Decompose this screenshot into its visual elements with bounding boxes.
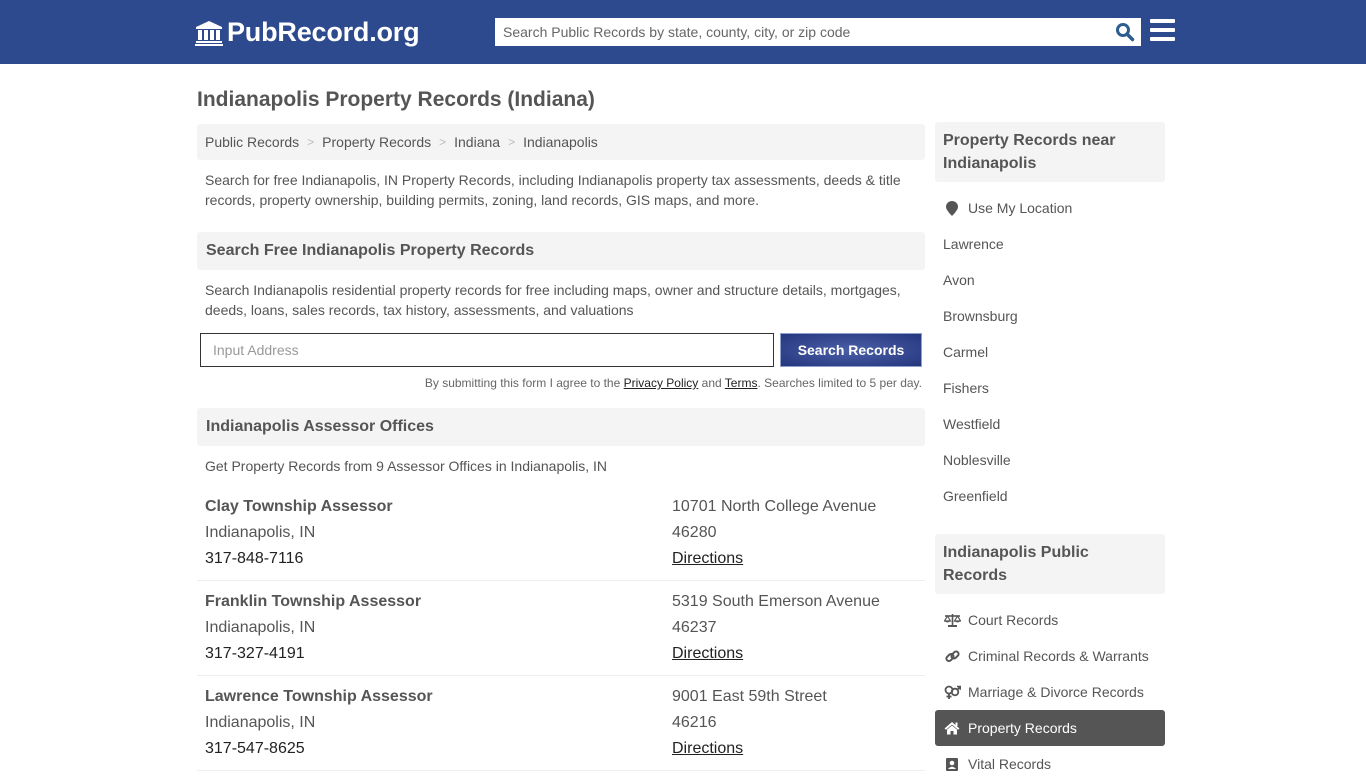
logo-text: PubRecord.org xyxy=(227,17,420,47)
breadcrumb-separator: > xyxy=(508,135,516,149)
assessor-offices-description: Get Property Records from 9 Assessor Off… xyxy=(205,458,608,474)
sidebar: Property Records near Indianapolis Use M… xyxy=(935,122,1165,782)
assessor-offices-heading: Indianapolis Assessor Offices xyxy=(197,408,925,446)
gender-icon xyxy=(943,685,961,700)
office-city: Indianapolis, IN xyxy=(205,619,316,636)
page-title: Indianapolis Property Records (Indiana) xyxy=(197,88,595,111)
nearby-city-link[interactable]: Noblesville xyxy=(935,442,1165,478)
office-phone[interactable]: 317-327-4191 xyxy=(205,641,672,667)
nearby-heading: Property Records near Indianapolis xyxy=(935,122,1165,182)
office-phone[interactable]: 317-848-7116 xyxy=(205,546,672,572)
breadcrumb-indiana[interactable]: Indiana xyxy=(454,134,500,150)
sidebar-item-label: Property Records xyxy=(968,720,1077,736)
disclaimer-suffix: . Searches limited to 5 per day. xyxy=(757,376,922,390)
sidebar-item-label: Criminal Records & Warrants xyxy=(968,648,1149,664)
main-content: Public Records > Property Records > Indi… xyxy=(197,124,925,771)
directions-link[interactable]: Directions xyxy=(672,645,743,662)
scale-icon xyxy=(943,613,961,627)
search-records-button[interactable]: Search Records xyxy=(780,333,922,367)
nearby-city-link[interactable]: Carmel xyxy=(935,334,1165,370)
nearby-city-link[interactable]: Lawrence xyxy=(935,226,1165,262)
use-my-location-link[interactable]: Use My Location xyxy=(935,190,1165,226)
disclaimer-and: and xyxy=(698,376,725,390)
site-logo[interactable]: PubRecord.org xyxy=(195,17,420,48)
breadcrumb-property-records[interactable]: Property Records xyxy=(322,134,431,150)
office-name: Clay Township Assessor xyxy=(205,498,393,515)
id-card-icon xyxy=(943,757,961,772)
nearby-city-link[interactable]: Fishers xyxy=(935,370,1165,406)
terms-link[interactable]: Terms xyxy=(725,376,758,390)
public-records-heading: Indianapolis Public Records xyxy=(935,534,1165,594)
link-icon xyxy=(943,649,961,664)
breadcrumb-indianapolis[interactable]: Indianapolis xyxy=(523,134,598,150)
address-input[interactable] xyxy=(200,333,774,367)
sidebar-item-court-records[interactable]: Court Records xyxy=(935,602,1165,638)
menu-icon-bar xyxy=(1150,37,1175,41)
sidebar-item-label: Vital Records xyxy=(968,756,1052,772)
sidebar-item-criminal-records[interactable]: Criminal Records & Warrants xyxy=(935,638,1165,674)
hamburger-menu-button[interactable] xyxy=(1150,19,1175,41)
disclaimer-prefix: By submitting this form I agree to the xyxy=(424,376,624,390)
address-search-form: Search Records xyxy=(197,333,925,367)
office-city: Indianapolis, IN xyxy=(205,524,316,541)
office-zip: 46237 xyxy=(672,619,717,636)
office-zip: 46280 xyxy=(672,524,717,541)
nearby-city-link[interactable]: Avon xyxy=(935,262,1165,298)
courthouse-icon xyxy=(195,20,223,46)
breadcrumb-separator: > xyxy=(307,135,315,149)
assessor-office: Franklin Township Assessor Indianapolis,… xyxy=(197,581,925,676)
office-name: Franklin Township Assessor xyxy=(205,593,422,610)
sidebar-item-vital-records[interactable]: Vital Records xyxy=(935,746,1165,782)
assessor-office: Clay Township Assessor Indianapolis, IN … xyxy=(197,486,925,581)
site-search-button[interactable] xyxy=(1109,18,1141,46)
privacy-policy-link[interactable]: Privacy Policy xyxy=(624,376,699,390)
office-city: Indianapolis, IN xyxy=(205,714,316,731)
breadcrumb-separator: > xyxy=(439,135,447,149)
search-icon xyxy=(1116,23,1135,42)
assessor-office: Lawrence Township Assessor Indianapolis,… xyxy=(197,676,925,771)
public-records-list: Court Records Criminal Records & Warrant… xyxy=(935,594,1165,782)
breadcrumb: Public Records > Property Records > Indi… xyxy=(197,124,925,160)
sidebar-item-property-records[interactable]: Property Records xyxy=(935,710,1165,746)
nearby-city-link[interactable]: Westfield xyxy=(935,406,1165,442)
assessor-office-list: Clay Township Assessor Indianapolis, IN … xyxy=(197,486,925,771)
office-street: 10701 North College Avenue xyxy=(672,498,877,515)
office-street: 5319 South Emerson Avenue xyxy=(672,593,880,610)
breadcrumb-public-records[interactable]: Public Records xyxy=(205,134,299,150)
intro-text: Search for free Indianapolis, IN Propert… xyxy=(205,172,901,208)
use-my-location-label: Use My Location xyxy=(968,200,1073,216)
home-icon xyxy=(943,721,961,735)
search-section-description: Search Indianapolis residential property… xyxy=(205,282,901,318)
sidebar-item-marriage-divorce-records[interactable]: Marriage & Divorce Records xyxy=(935,674,1165,710)
sidebar-item-label: Marriage & Divorce Records xyxy=(968,684,1144,700)
nearby-city-link[interactable]: Brownsburg xyxy=(935,298,1165,334)
menu-icon-bar xyxy=(1150,19,1175,23)
site-search-input[interactable] xyxy=(495,18,1109,46)
nearby-city-link[interactable]: Greenfield xyxy=(935,478,1165,514)
office-zip: 46216 xyxy=(672,714,717,731)
office-street: 9001 East 59th Street xyxy=(672,688,827,705)
sidebar-item-label: Court Records xyxy=(968,612,1059,628)
site-search xyxy=(495,18,1141,46)
office-name: Lawrence Township Assessor xyxy=(205,688,433,705)
directions-link[interactable]: Directions xyxy=(672,550,743,567)
office-phone[interactable]: 317-547-8625 xyxy=(205,736,672,762)
top-navbar: PubRecord.org xyxy=(0,0,1366,64)
search-section-heading: Search Free Indianapolis Property Record… xyxy=(197,232,925,270)
map-marker-icon xyxy=(943,200,961,216)
menu-icon-bar xyxy=(1150,28,1175,32)
form-disclaimer: By submitting this form I agree to the P… xyxy=(197,376,925,390)
directions-link[interactable]: Directions xyxy=(672,740,743,757)
nearby-list: Use My Location Lawrence Avon Brownsburg… xyxy=(935,182,1165,514)
